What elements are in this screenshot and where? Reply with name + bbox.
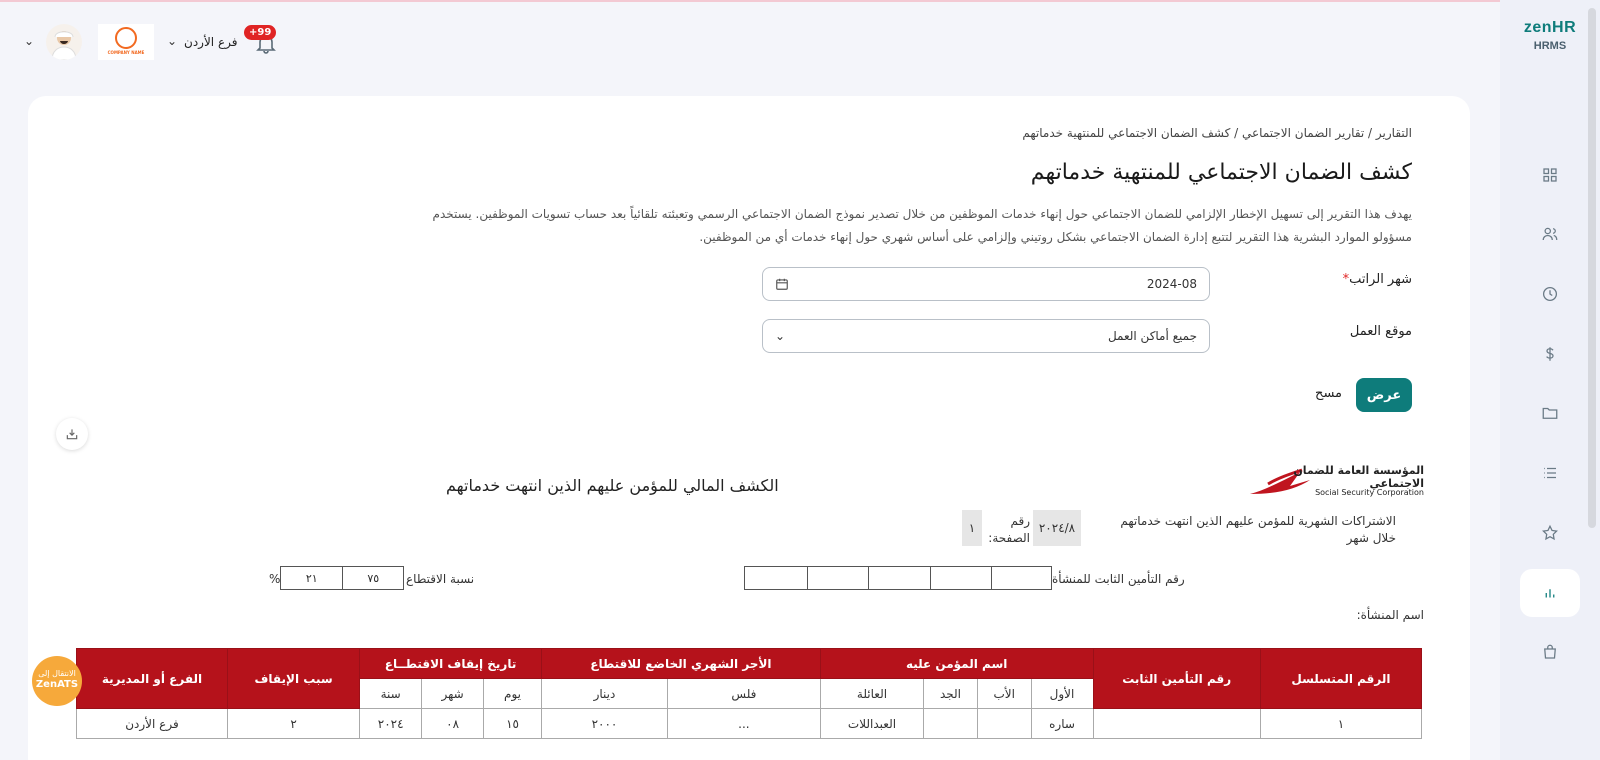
users-icon[interactable] — [1520, 210, 1580, 258]
ssc-logo: المؤسسة العامة للضمان الاجتماعي Social S… — [1248, 462, 1424, 504]
header-stop-date: تاريخ إيقاف الاقتطــاع — [359, 648, 542, 679]
table-row: ١ ساره العبداللات ... ٢٠٠٠ ١٥ ٠٨ ٢٠٢٤ ٢ … — [76, 708, 1423, 739]
branch-selector[interactable]: فرع الأردن — [184, 35, 237, 49]
report-table: الرقم المتسلسل رقم التأمين الثابت اسم ال… — [76, 648, 1423, 739]
cell-month: ٠٨ — [421, 708, 485, 739]
branch-chevron-icon[interactable]: ⌄ — [167, 34, 177, 48]
header-serial: الرقم المتسلسل — [1259, 648, 1423, 709]
sidebar: zenHR HRMS — [1500, 0, 1600, 760]
ssc-logo-en: Social Security Corporation — [1315, 488, 1424, 497]
deduction-ratio-cells: ٢١ ٧٥ — [280, 566, 404, 590]
cell-fils: ... — [666, 708, 821, 739]
bag-icon[interactable] — [1520, 628, 1580, 676]
dashboard-icon[interactable] — [1520, 151, 1580, 199]
cell-fixed-insurance — [1092, 708, 1261, 739]
page-label: رقم الصفحة: — [988, 514, 1030, 545]
deduction-ratio-label: نسبة الاقتطاع — [406, 572, 475, 586]
header-branch: الفرع أو المديرية — [76, 648, 228, 709]
header-reason: سبب الإيقاف — [226, 648, 361, 709]
fixed-insurance-label: رقم التأمين الثابت للمنشأة — [1052, 572, 1185, 586]
cell-father — [976, 708, 1032, 739]
subheader-dinar: دينار — [540, 678, 668, 709]
cell-reason: ٢ — [226, 708, 361, 739]
percent-sign: % — [269, 572, 281, 586]
establishment-label: اسم المنشأة: — [1356, 608, 1424, 622]
report-area: المؤسسة العامة للضمان الاجتماعي Social S… — [28, 96, 1470, 760]
monthly-label: الاشتراكات الشهرية للمؤمن عليهم الذين ان… — [1120, 514, 1396, 545]
subheader-grand: الجد — [923, 678, 978, 709]
clock-icon[interactable] — [1520, 270, 1580, 318]
logo-sub-text: HRMS — [1533, 40, 1567, 52]
scrollbar[interactable] — [1588, 8, 1596, 528]
folder-icon[interactable] — [1520, 389, 1580, 437]
cell-serial: ١ — [1259, 708, 1423, 739]
cell-grand — [923, 708, 978, 739]
company-logo[interactable]: COMPANY NAME — [98, 24, 154, 60]
header-insured-name: اسم المؤمن عليه — [819, 648, 1094, 679]
report-title: الكشف المالي للمؤمن عليهم الذين انتهت خد… — [446, 476, 779, 495]
header-wage: الأجر الشهري الخاضع للاقتطاع — [540, 648, 821, 679]
zenhr-logo[interactable]: zenHR HRMS — [1500, 16, 1600, 52]
chevron-down-icon[interactable]: ⌄ — [24, 34, 34, 48]
month-value: ٢٠٢٤/٨ — [1033, 510, 1081, 546]
cell-branch: فرع الأردن — [76, 708, 228, 739]
company-logo-text: COMPANY NAME — [107, 50, 145, 55]
subheader-fils: فلس — [666, 678, 821, 709]
chart-icon[interactable] — [1520, 569, 1580, 617]
top-header: ⌄ COMPANY NAME ⌄ فرع الأردن +99 — [0, 0, 1500, 84]
download-icon[interactable] — [56, 418, 88, 450]
zenats-line2: ZenATS — [35, 679, 79, 690]
fixed-insurance-cells — [744, 566, 1052, 590]
subheader-year: سنة — [359, 678, 423, 709]
zenats-line1: الانتقال إلى — [38, 669, 76, 678]
page-value: ١ — [962, 510, 982, 546]
cell-family: العبداللات — [819, 708, 925, 739]
subheader-family: العائلة — [819, 678, 925, 709]
cell-year: ٢٠٢٤ — [359, 708, 423, 739]
header-fixed-insurance: رقم التأمين الثابت — [1092, 648, 1261, 709]
notification-badge: +99 — [244, 25, 277, 40]
dollar-icon[interactable] — [1520, 330, 1580, 378]
star-icon[interactable] — [1520, 509, 1580, 557]
deduction-cell: ٢١ — [305, 571, 318, 585]
logo-main-text: zen — [1523, 19, 1553, 36]
subheader-month: شهر — [421, 678, 485, 709]
zenats-button[interactable]: الانتقال إلى ZenATS — [32, 656, 82, 706]
logo-accent-text: HR — [1552, 19, 1577, 36]
ssc-logo-text: المؤسسة العامة للضمان الاجتماعي — [1293, 464, 1424, 490]
list-icon[interactable] — [1520, 449, 1580, 497]
avatar[interactable] — [46, 24, 82, 60]
cell-first: ساره — [1030, 708, 1094, 739]
subheader-first: الأول — [1030, 678, 1094, 709]
globe-icon — [115, 27, 137, 49]
subheader-day: يوم — [483, 678, 542, 709]
cell-day: ١٥ — [483, 708, 542, 739]
subheader-father: الأب — [976, 678, 1032, 709]
cell-dinar: ٢٠٠٠ — [540, 708, 668, 739]
deduction-cell: ٧٥ — [342, 567, 403, 589]
